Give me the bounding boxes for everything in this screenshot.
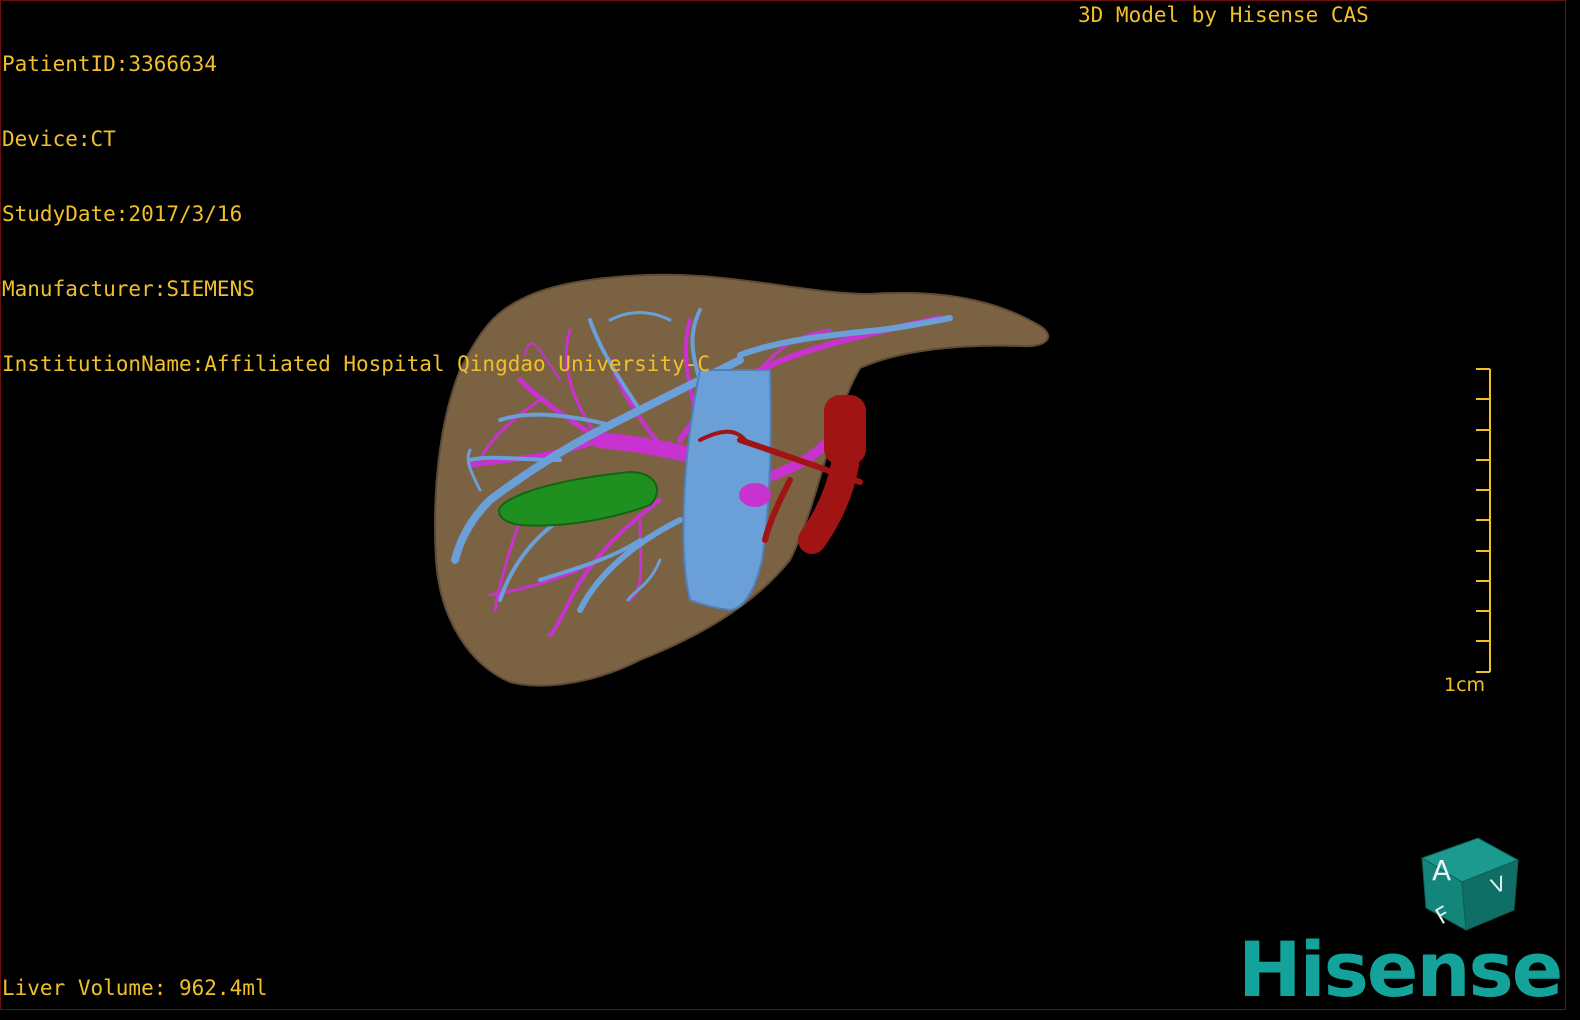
patient-id: PatientID:3366634 — [2, 52, 217, 76]
institution-name: InstitutionName:Affiliated Hospital Qing… — [2, 352, 711, 376]
cube-face-a: A — [1432, 854, 1451, 887]
device: Device:CT — [2, 127, 116, 151]
scale-bar-label: 1cm — [1444, 674, 1486, 696]
hisense-logo: Hisense — [1238, 925, 1563, 1014]
manufacturer: Manufacturer:SIEMENS — [2, 277, 255, 301]
orientation-cube-icon[interactable]: A F V — [1410, 830, 1530, 940]
model-watermark: 3D Model by Hisense CAS — [1078, 3, 1369, 27]
patient-info-overlay: PatientID:3366634 Device:CT StudyDate:20… — [2, 2, 710, 402]
liver-volume-readout: Liver Volume: 962.4ml — [2, 976, 268, 1000]
study-date: StudyDate:2017/3/16 — [2, 202, 243, 226]
